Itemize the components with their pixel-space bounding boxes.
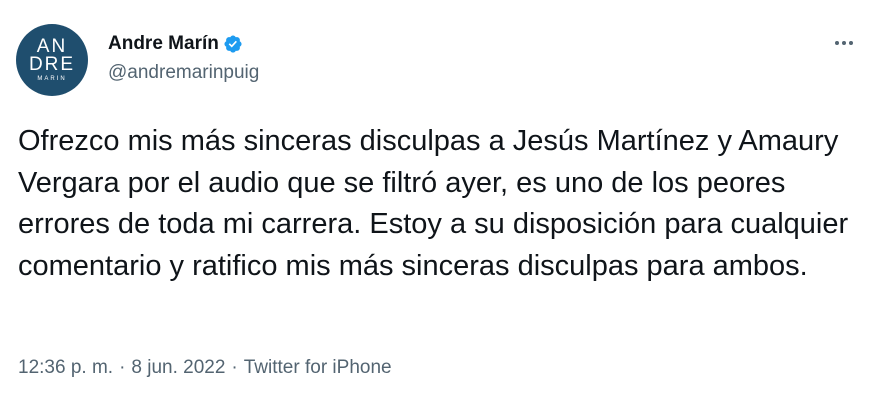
more-options-icon-dot [842, 41, 846, 45]
avatar[interactable]: AN DRE MARIN [16, 24, 88, 96]
author-name[interactable]: Andre Marín [108, 33, 219, 55]
separator-dot: · [119, 357, 126, 378]
tweet-metadata: 12:36 p. m. · 8 jun. 2022 · Twitter for … [18, 357, 392, 379]
avatar-text-line3: MARIN [37, 75, 67, 82]
more-options-icon-dot [849, 41, 853, 45]
verified-badge-icon [224, 35, 242, 53]
author-name-row[interactable]: Andre Marín [108, 32, 243, 56]
avatar-text-line2: DRE [28, 53, 76, 75]
author-handle[interactable]: @andremarinpuig [108, 62, 259, 84]
avatar-text-line1: AN [36, 35, 68, 57]
tweet-source[interactable]: Twitter for iPhone [244, 357, 392, 379]
tweet-date[interactable]: 8 jun. 2022 [131, 357, 225, 379]
tweet-text: Ofrezco mis más sinceras disculpas a Jes… [18, 125, 849, 282]
more-options-button[interactable] [829, 28, 859, 58]
more-options-icon-dot [835, 41, 839, 45]
tweet-time[interactable]: 12:36 p. m. [18, 357, 113, 379]
separator-dot: · [231, 357, 238, 378]
tweet-card: AN DRE MARIN Andre Marín @andremarinpuig… [0, 0, 877, 407]
